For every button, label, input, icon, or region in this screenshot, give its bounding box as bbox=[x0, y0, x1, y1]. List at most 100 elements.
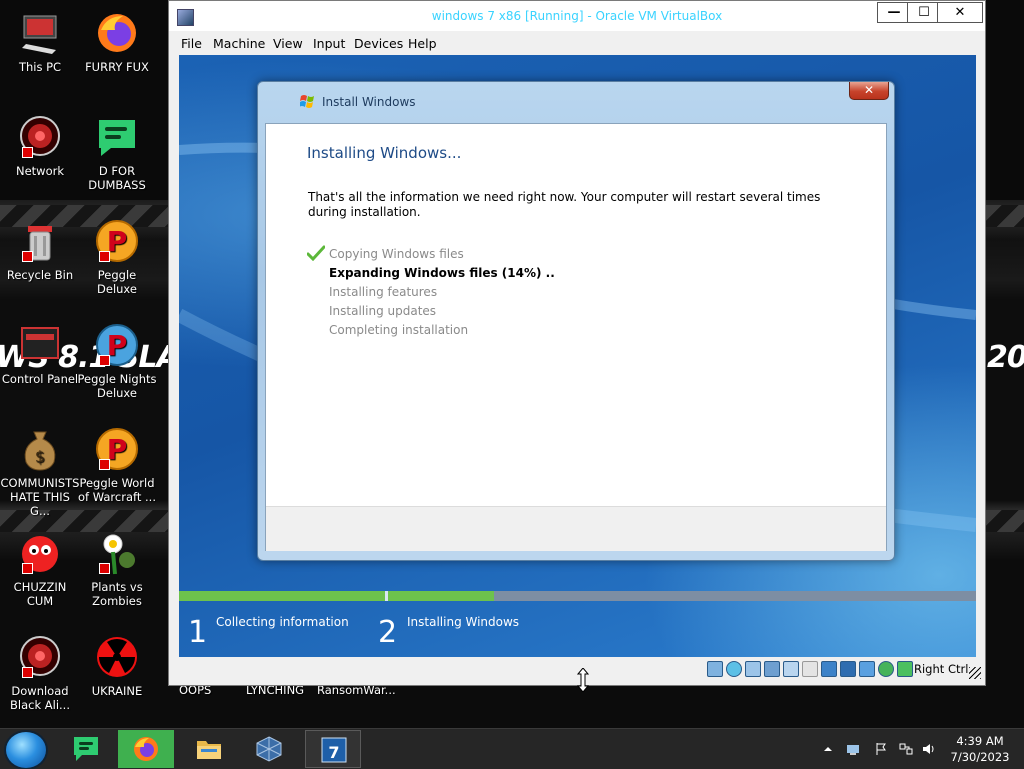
badge-icon bbox=[22, 251, 33, 262]
desktop-icon-network[interactable]: Network bbox=[0, 114, 80, 178]
wired-network-icon[interactable] bbox=[899, 742, 913, 756]
desktop-icon-label: COMMUNISTS HATE THIS G... bbox=[0, 476, 80, 518]
hard-disk-icon[interactable] bbox=[707, 661, 723, 677]
desktop-icon-furry-fux[interactable]: FURRY FUX bbox=[77, 10, 157, 74]
menu-devices[interactable]: Devices bbox=[354, 36, 403, 51]
shared-folders-icon[interactable] bbox=[802, 661, 818, 677]
desktop-icon-plants-vs-zombies[interactable]: Plants vs Zombies bbox=[77, 530, 157, 608]
desktop-icon-label: Plants vs Zombies bbox=[91, 580, 143, 608]
money-bag-icon: $ bbox=[16, 426, 64, 472]
badge-icon bbox=[99, 563, 110, 574]
desktop-icon-label: UKRAINE bbox=[91, 684, 143, 698]
vm-screen[interactable]: Install Windows ✕ Installing Windows... … bbox=[179, 55, 976, 657]
flag-icon[interactable] bbox=[874, 742, 888, 756]
menu-file[interactable]: File bbox=[181, 36, 202, 51]
desktop-icon-ukraine[interactable]: UKRAINE bbox=[77, 634, 157, 698]
radiation-icon bbox=[93, 634, 141, 680]
plant-icon bbox=[93, 530, 141, 576]
mouse-integration-icon[interactable] bbox=[878, 661, 894, 677]
desktop-icon-d-for-dumbass[interactable]: D FOR DUMBASS bbox=[77, 114, 157, 192]
badge-icon bbox=[22, 667, 33, 678]
show-hidden-icons-icon[interactable] bbox=[821, 742, 835, 756]
step-copying-files: Copying Windows files bbox=[329, 247, 464, 261]
wallpaper-text-right: 201 bbox=[987, 340, 1024, 375]
desktop-icon-label: Control Panel bbox=[1, 372, 79, 386]
desktop-icon-label: Peggle Deluxe bbox=[97, 268, 137, 296]
computer-icon bbox=[16, 10, 64, 56]
desktop-icon-label: This PC bbox=[18, 60, 62, 74]
svg-text:7: 7 bbox=[328, 743, 339, 762]
dialog-title: Install Windows bbox=[322, 95, 416, 109]
dialog-close-button[interactable]: ✕ bbox=[849, 82, 889, 100]
desktop-icon-label: Download Black Ali... bbox=[10, 684, 70, 712]
menu-view[interactable]: View bbox=[273, 36, 303, 51]
speaker-icon[interactable] bbox=[922, 742, 936, 756]
optical-drive-icon[interactable] bbox=[726, 661, 742, 677]
desktop-icon-control-panel[interactable]: Control Panel bbox=[0, 322, 80, 386]
step-expanding-files: Expanding Windows files (14%) .. bbox=[329, 266, 555, 280]
close-button[interactable]: ✕ bbox=[937, 2, 983, 23]
cpu-icon[interactable] bbox=[859, 661, 875, 677]
peggle-nights-icon: P bbox=[93, 322, 141, 368]
step-installing-updates: Installing updates bbox=[329, 304, 437, 318]
maximize-button[interactable]: ☐ bbox=[907, 2, 941, 23]
progress-phase-1 bbox=[179, 591, 385, 601]
desktop-icon-this-pc[interactable]: This PC bbox=[0, 10, 80, 74]
green-chat-icon bbox=[74, 737, 98, 761]
green-chat-icon bbox=[93, 114, 141, 160]
checkmark-icon bbox=[307, 245, 325, 261]
network-tray-icon[interactable] bbox=[846, 742, 860, 756]
page-title: Installing Windows... bbox=[307, 144, 462, 162]
desktop-icon-peggle-deluxe[interactable]: P Peggle Deluxe bbox=[77, 218, 157, 296]
resize-cursor-icon bbox=[577, 668, 589, 692]
phase-label: Collecting information bbox=[216, 615, 349, 629]
network-icon bbox=[16, 634, 64, 680]
network-adapter-icon[interactable] bbox=[764, 661, 780, 677]
start-button[interactable] bbox=[6, 732, 46, 768]
phase-number: 1 bbox=[188, 615, 208, 650]
virtualbox-icon bbox=[256, 736, 282, 762]
peggle-icon: P bbox=[93, 426, 141, 472]
badge-icon bbox=[99, 459, 110, 470]
usb-icon[interactable] bbox=[783, 661, 799, 677]
display-icon[interactable] bbox=[821, 661, 837, 677]
desktop-icon-label: Recycle Bin bbox=[6, 268, 74, 282]
taskbar-app-firefox[interactable] bbox=[118, 730, 174, 768]
taskbar-app-win7-vm[interactable]: 7 bbox=[305, 730, 361, 768]
resize-grip[interactable] bbox=[969, 667, 981, 679]
menu-help[interactable]: Help bbox=[408, 36, 437, 51]
desktop-icon-label: Network bbox=[15, 164, 65, 178]
taskbar-clock[interactable]: 4:39 AM 7/30/2023 bbox=[948, 733, 1012, 765]
desktop-icon-download[interactable]: Download Black Ali... bbox=[0, 634, 80, 712]
desktop-icon-peggle-wow[interactable]: P Peggle World of Warcraft ... bbox=[77, 426, 157, 504]
desktop-icon-communists[interactable]: $ COMMUNISTS HATE THIS G... bbox=[0, 426, 80, 518]
phase-label: Installing Windows bbox=[407, 615, 520, 629]
overall-progress-bar bbox=[179, 591, 976, 601]
window-titlebar[interactable]: windows 7 x86 [Running] - Oracle VM Virt… bbox=[169, 1, 985, 31]
keyboard-capture-icon[interactable] bbox=[897, 661, 913, 677]
menu-input[interactable]: Input bbox=[313, 36, 345, 51]
minimize-button[interactable]: — bbox=[877, 2, 911, 23]
network-icon bbox=[16, 114, 64, 160]
taskbar-app-explorer[interactable] bbox=[181, 730, 237, 768]
menu-machine[interactable]: Machine bbox=[213, 36, 265, 51]
desktop-icon-peggle-nights[interactable]: P Peggle Nights Deluxe bbox=[77, 322, 157, 400]
clock-time: 4:39 AM bbox=[956, 734, 1004, 748]
window-title: windows 7 x86 [Running] - Oracle VM Virt… bbox=[431, 9, 723, 23]
taskbar-app-chat[interactable] bbox=[58, 730, 114, 768]
firefox-icon bbox=[93, 10, 141, 56]
install-windows-dialog: Install Windows ✕ Installing Windows... … bbox=[257, 81, 895, 561]
taskbar: 7 4:39 AM 7/30/2023 bbox=[0, 728, 1024, 769]
desktop-icon-chuzzin[interactable]: CHUZZIN CUM bbox=[0, 530, 80, 608]
step-installing-features: Installing features bbox=[329, 285, 438, 299]
desktop-icon-label: Peggle Nights Deluxe bbox=[77, 372, 157, 400]
desktop-icon-recycle-bin[interactable]: Recycle Bin bbox=[0, 218, 80, 282]
desktop-icon-label: D FOR DUMBASS bbox=[88, 164, 146, 192]
recording-icon[interactable] bbox=[840, 661, 856, 677]
phase-number: 2 bbox=[378, 615, 398, 650]
virtualbox-window: windows 7 x86 [Running] - Oracle VM Virt… bbox=[168, 0, 986, 686]
audio-icon[interactable] bbox=[745, 661, 761, 677]
recycle-bin-icon bbox=[16, 218, 64, 264]
taskbar-app-virtualbox[interactable] bbox=[241, 730, 297, 768]
host-key-label: Right Ctrl bbox=[914, 662, 969, 676]
